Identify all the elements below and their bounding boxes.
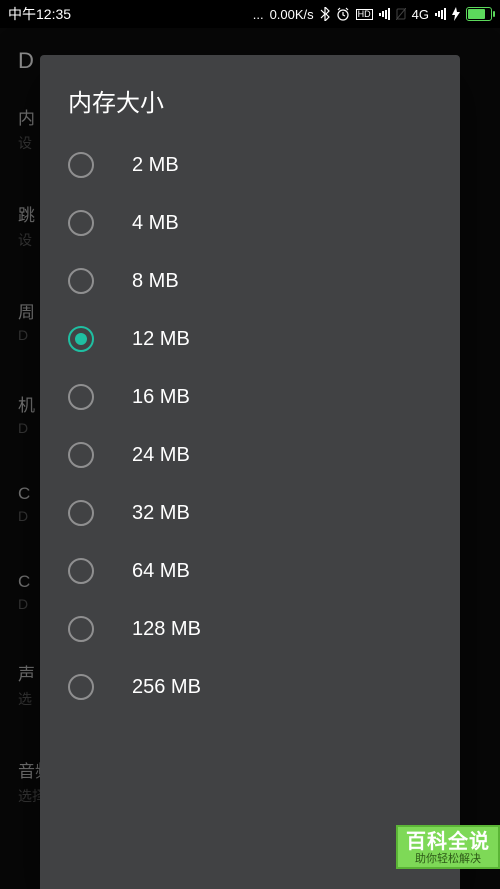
radio-icon — [68, 558, 94, 584]
memory-option[interactable]: 16 MB — [40, 368, 460, 426]
radio-icon — [68, 616, 94, 642]
bluetooth-icon — [320, 7, 330, 21]
alarm-icon — [336, 7, 350, 21]
battery-icon — [466, 7, 492, 21]
memory-option[interactable]: 64 MB — [40, 542, 460, 600]
dialog-title: 内存大小 — [40, 55, 460, 136]
memory-size-dialog: 内存大小 2 MB 4 MB 8 MB 12 MB 16 MB 24 MB 32 MB 64 … — [40, 55, 460, 889]
memory-option-label: 256 MB — [132, 676, 201, 699]
memory-option[interactable]: 128 MB — [40, 600, 460, 658]
memory-option[interactable]: 12 MB — [40, 310, 460, 368]
memory-option-label: 8 MB — [132, 270, 179, 293]
no-sim-icon — [396, 8, 406, 20]
memory-option-label: 4 MB — [132, 212, 179, 235]
signal-icon-2 — [435, 8, 446, 20]
charging-icon — [452, 7, 460, 21]
radio-icon — [68, 268, 94, 294]
memory-option-label: 128 MB — [132, 618, 201, 641]
memory-option[interactable]: 4 MB — [40, 194, 460, 252]
watermark: 百科全说 助你轻松解决 — [396, 825, 500, 869]
watermark-sub: 助你轻松解决 — [406, 853, 490, 865]
network-label: 4G — [412, 7, 429, 22]
memory-option[interactable]: 256 MB — [40, 658, 460, 716]
signal-icon-1 — [379, 8, 390, 20]
status-dots-icon: ... — [253, 7, 264, 22]
radio-icon — [68, 442, 94, 468]
watermark-main: 百科全说 — [406, 831, 490, 853]
radio-icon — [68, 152, 94, 178]
radio-icon — [68, 210, 94, 236]
radio-icon — [68, 500, 94, 526]
memory-option[interactable]: 32 MB — [40, 484, 460, 542]
status-bar: 中午12:35 ... 0.00K/s HD 4G — [0, 0, 500, 28]
memory-option-label: 12 MB — [132, 328, 190, 351]
memory-option-label: 64 MB — [132, 560, 190, 583]
memory-option[interactable]: 24 MB — [40, 426, 460, 484]
memory-option[interactable]: 8 MB — [40, 252, 460, 310]
memory-option-label: 16 MB — [132, 386, 190, 409]
memory-option[interactable]: 2 MB — [40, 136, 460, 194]
hd-icon: HD — [356, 9, 373, 20]
status-right: ... 0.00K/s HD 4G — [71, 7, 492, 22]
memory-option-label: 24 MB — [132, 444, 190, 467]
radio-icon — [68, 674, 94, 700]
status-data-speed: 0.00K/s — [270, 7, 314, 22]
status-time: 中午12:35 — [8, 4, 71, 24]
dialog-option-list: 2 MB 4 MB 8 MB 12 MB 16 MB 24 MB 32 MB 64 MB 128… — [40, 136, 460, 889]
radio-icon — [68, 384, 94, 410]
memory-option-label: 32 MB — [132, 502, 190, 525]
radio-icon — [68, 326, 94, 352]
memory-option-label: 2 MB — [132, 154, 179, 177]
